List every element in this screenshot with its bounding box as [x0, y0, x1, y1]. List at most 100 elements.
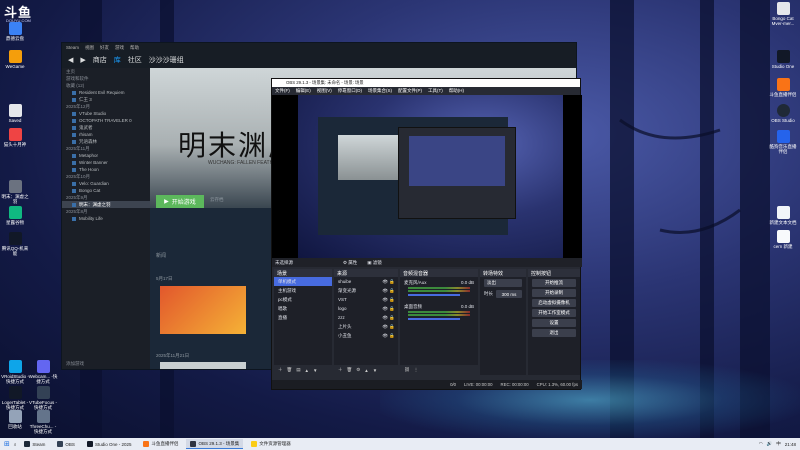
visibility-lock-icon[interactable]: 👁 🔒 — [382, 306, 395, 312]
library-game-item[interactable]: 明末：渊虚之羽 — [62, 201, 150, 208]
volume-icon[interactable]: 🔊 — [767, 441, 773, 447]
play-button[interactable]: ▶ 开始游戏 — [156, 195, 204, 208]
taskbar-app[interactable]: Studio One - 2025 — [83, 439, 136, 449]
library-section-header[interactable]: 2025年12月 — [62, 103, 150, 110]
library-game-item[interactable]: The Hoon — [62, 166, 150, 173]
source-item[interactable]: 小丑鱼 👁 🔒 — [334, 331, 398, 340]
desktop-icon[interactable]: cern 新建 — [768, 230, 798, 249]
properties-button[interactable]: ⚙ 属性 — [343, 260, 357, 266]
menu-help[interactable]: 帮助 — [130, 45, 139, 51]
visibility-lock-icon[interactable]: 👁 🔒 — [382, 315, 395, 321]
transition-select[interactable]: 淡出 — [484, 279, 522, 287]
desktop-icon[interactable]: 鼎德云盘 — [0, 22, 30, 41]
add-icon[interactable]: ＋ — [278, 367, 283, 373]
library-game-item[interactable]: Mobility Life — [62, 215, 150, 222]
library-game-item[interactable]: Resident Evil Requiem — [62, 89, 150, 96]
menu-profile[interactable]: 配置文件(P) — [398, 88, 422, 94]
source-item[interactable]: zzz 👁 🔒 — [334, 313, 398, 322]
taskbar-app[interactable]: Steam — [20, 439, 49, 449]
library-section-header[interactable]: 收藏 (12) — [62, 82, 150, 89]
library-filter[interactable]: 游戏和软件 — [62, 75, 150, 82]
desktop-icon[interactable]: 酷狗音乐直播伴侣 — [768, 130, 798, 154]
back-icon[interactable]: ◀ — [68, 56, 73, 64]
desktop-icon[interactable]: 斗鱼直播伴侣 — [768, 78, 798, 97]
settings-button[interactable]: 设置 — [532, 319, 576, 327]
link-icon[interactable]: ⛓ — [404, 367, 410, 373]
obs-preview[interactable] — [272, 95, 582, 258]
nav-library[interactable]: 库 — [114, 55, 121, 65]
desktop-icon[interactable]: 猫头十月神 — [0, 128, 30, 147]
source-item[interactable]: shuibe 👁 🔒 — [334, 277, 398, 286]
menu-tools[interactable]: 工具(T) — [428, 88, 443, 94]
menu-steam[interactable]: Steam — [66, 45, 79, 50]
taskbar-app[interactable]: 斗鱼直播伴侣 — [139, 439, 182, 449]
exit-button[interactable]: 退出 — [532, 329, 576, 337]
library-section-header[interactable]: 2025年8月 — [62, 208, 150, 215]
scene-item[interactable]: 单机模式 — [274, 277, 332, 286]
menu-view[interactable]: 视图(V) — [317, 88, 332, 94]
library-game-item[interactable]: 咒语森林 — [62, 138, 150, 145]
desktop-icon[interactable]: VRoidStudio -快捷方式 — [0, 360, 30, 384]
library-game-item[interactable]: OCTOPATH TRAVELER 0 — [62, 117, 150, 124]
news-thumbnail[interactable] — [160, 286, 246, 334]
start-icon[interactable]: ⊞ — [4, 440, 10, 448]
library-section-header[interactable]: 2025年9月 — [62, 194, 150, 201]
scene-item[interactable]: 主机游戏 — [274, 286, 332, 295]
scene-item[interactable]: 唱歌 — [274, 304, 332, 313]
taskbar-app[interactable]: 文件资源管理器 — [247, 439, 295, 449]
filter-icon[interactable]: ▤ — [296, 367, 300, 373]
nav-profile[interactable]: 沙沙沙珊组 — [149, 55, 184, 65]
menu-edit[interactable]: 编辑(E) — [296, 88, 311, 94]
add-game-button[interactable]: 添加游戏 — [62, 360, 84, 367]
up-icon[interactable]: ▲ — [304, 368, 308, 373]
desktop-icon[interactable]: Webcam... -快捷方式 — [28, 360, 58, 384]
nav-community[interactable]: 社区 — [128, 55, 142, 65]
visibility-lock-icon[interactable]: 👁 🔒 — [382, 324, 395, 330]
wifi-icon[interactable]: ◠ — [759, 441, 763, 447]
start-recording-button[interactable]: 开始录制 — [532, 289, 576, 297]
gear-icon[interactable]: ⚙ — [356, 367, 360, 373]
desktop-icon[interactable]: ThreeChu... -快捷方式 — [28, 410, 58, 434]
library-game-item[interactable]: rhisam — [62, 131, 150, 138]
scene-item[interactable]: pc模式 — [274, 295, 332, 304]
visibility-lock-icon[interactable]: 👁 🔒 — [382, 288, 395, 294]
duration-input[interactable]: 300 ms — [496, 290, 522, 298]
desktop-icon[interactable]: 腾讯QQ-机来能 — [0, 232, 30, 256]
forward-icon[interactable]: ▶ — [80, 56, 85, 64]
remove-icon[interactable]: 🗑 — [287, 367, 293, 373]
desktop-icon[interactable]: 明末：渊虚之羽 — [0, 180, 30, 204]
menu-games[interactable]: 游戏 — [115, 45, 124, 51]
desktop-icon[interactable]: 新建文本文档 — [768, 206, 798, 225]
desktop-icon[interactable]: 星露谷物 — [0, 206, 30, 225]
desktop-icon[interactable]: VTubeFocus -快捷方式 — [28, 386, 58, 410]
add-icon[interactable]: ＋ — [338, 367, 343, 373]
desktop-icon[interactable]: Bongo Cat Mver-mer... — [768, 2, 798, 26]
menu-docks[interactable]: 停靠窗口(D) — [338, 88, 362, 94]
down-icon[interactable]: ▼ — [373, 368, 377, 373]
nav-store[interactable]: 商店 — [93, 55, 107, 65]
desktop-icon[interactable]: WeGame — [0, 50, 30, 69]
taskbar-app[interactable]: OBS 29.1.3 - 场景集 — [186, 439, 244, 449]
menu-friends[interactable]: 好友 — [100, 45, 109, 51]
start-streaming-button[interactable]: 开始推流 — [532, 279, 576, 287]
home-link[interactable]: 主页 — [62, 68, 150, 75]
obs-window[interactable]: OBS 29.1.3 - 场景集: 未命名 - 场景: 场景 文件(F) 编辑(… — [271, 78, 582, 390]
volume-slider[interactable] — [408, 318, 460, 320]
visibility-lock-icon[interactable]: 👁 🔒 — [382, 297, 395, 303]
source-item[interactable]: 上片头 👁 🔒 — [334, 322, 398, 331]
library-game-item[interactable]: Winter Banner — [62, 159, 150, 166]
studio-mode-button[interactable]: 开始工作室模式 — [532, 309, 576, 317]
up-icon[interactable]: ▲ — [364, 368, 368, 373]
library-game-item[interactable]: VTube Studio — [62, 110, 150, 117]
menu-view[interactable]: 视图 — [85, 45, 94, 51]
library-section-header[interactable]: 2025年10月 — [62, 173, 150, 180]
source-item[interactable]: 渐变光源 👁 🔒 — [334, 286, 398, 295]
visibility-lock-icon[interactable]: 👁 🔒 — [382, 333, 395, 339]
library-game-item[interactable]: Metaphor — [62, 152, 150, 159]
library-game-item[interactable]: Bongo Cat — [62, 187, 150, 194]
library-section-header[interactable]: 2025年11月 — [62, 145, 150, 152]
visibility-lock-icon[interactable]: 👁 🔒 — [382, 279, 395, 285]
virtual-camera-button[interactable]: 启动虚拟摄像机 — [532, 299, 576, 307]
library-game-item[interactable]: 仁王 3 — [62, 96, 150, 103]
menu-file[interactable]: 文件(F) — [275, 88, 290, 94]
